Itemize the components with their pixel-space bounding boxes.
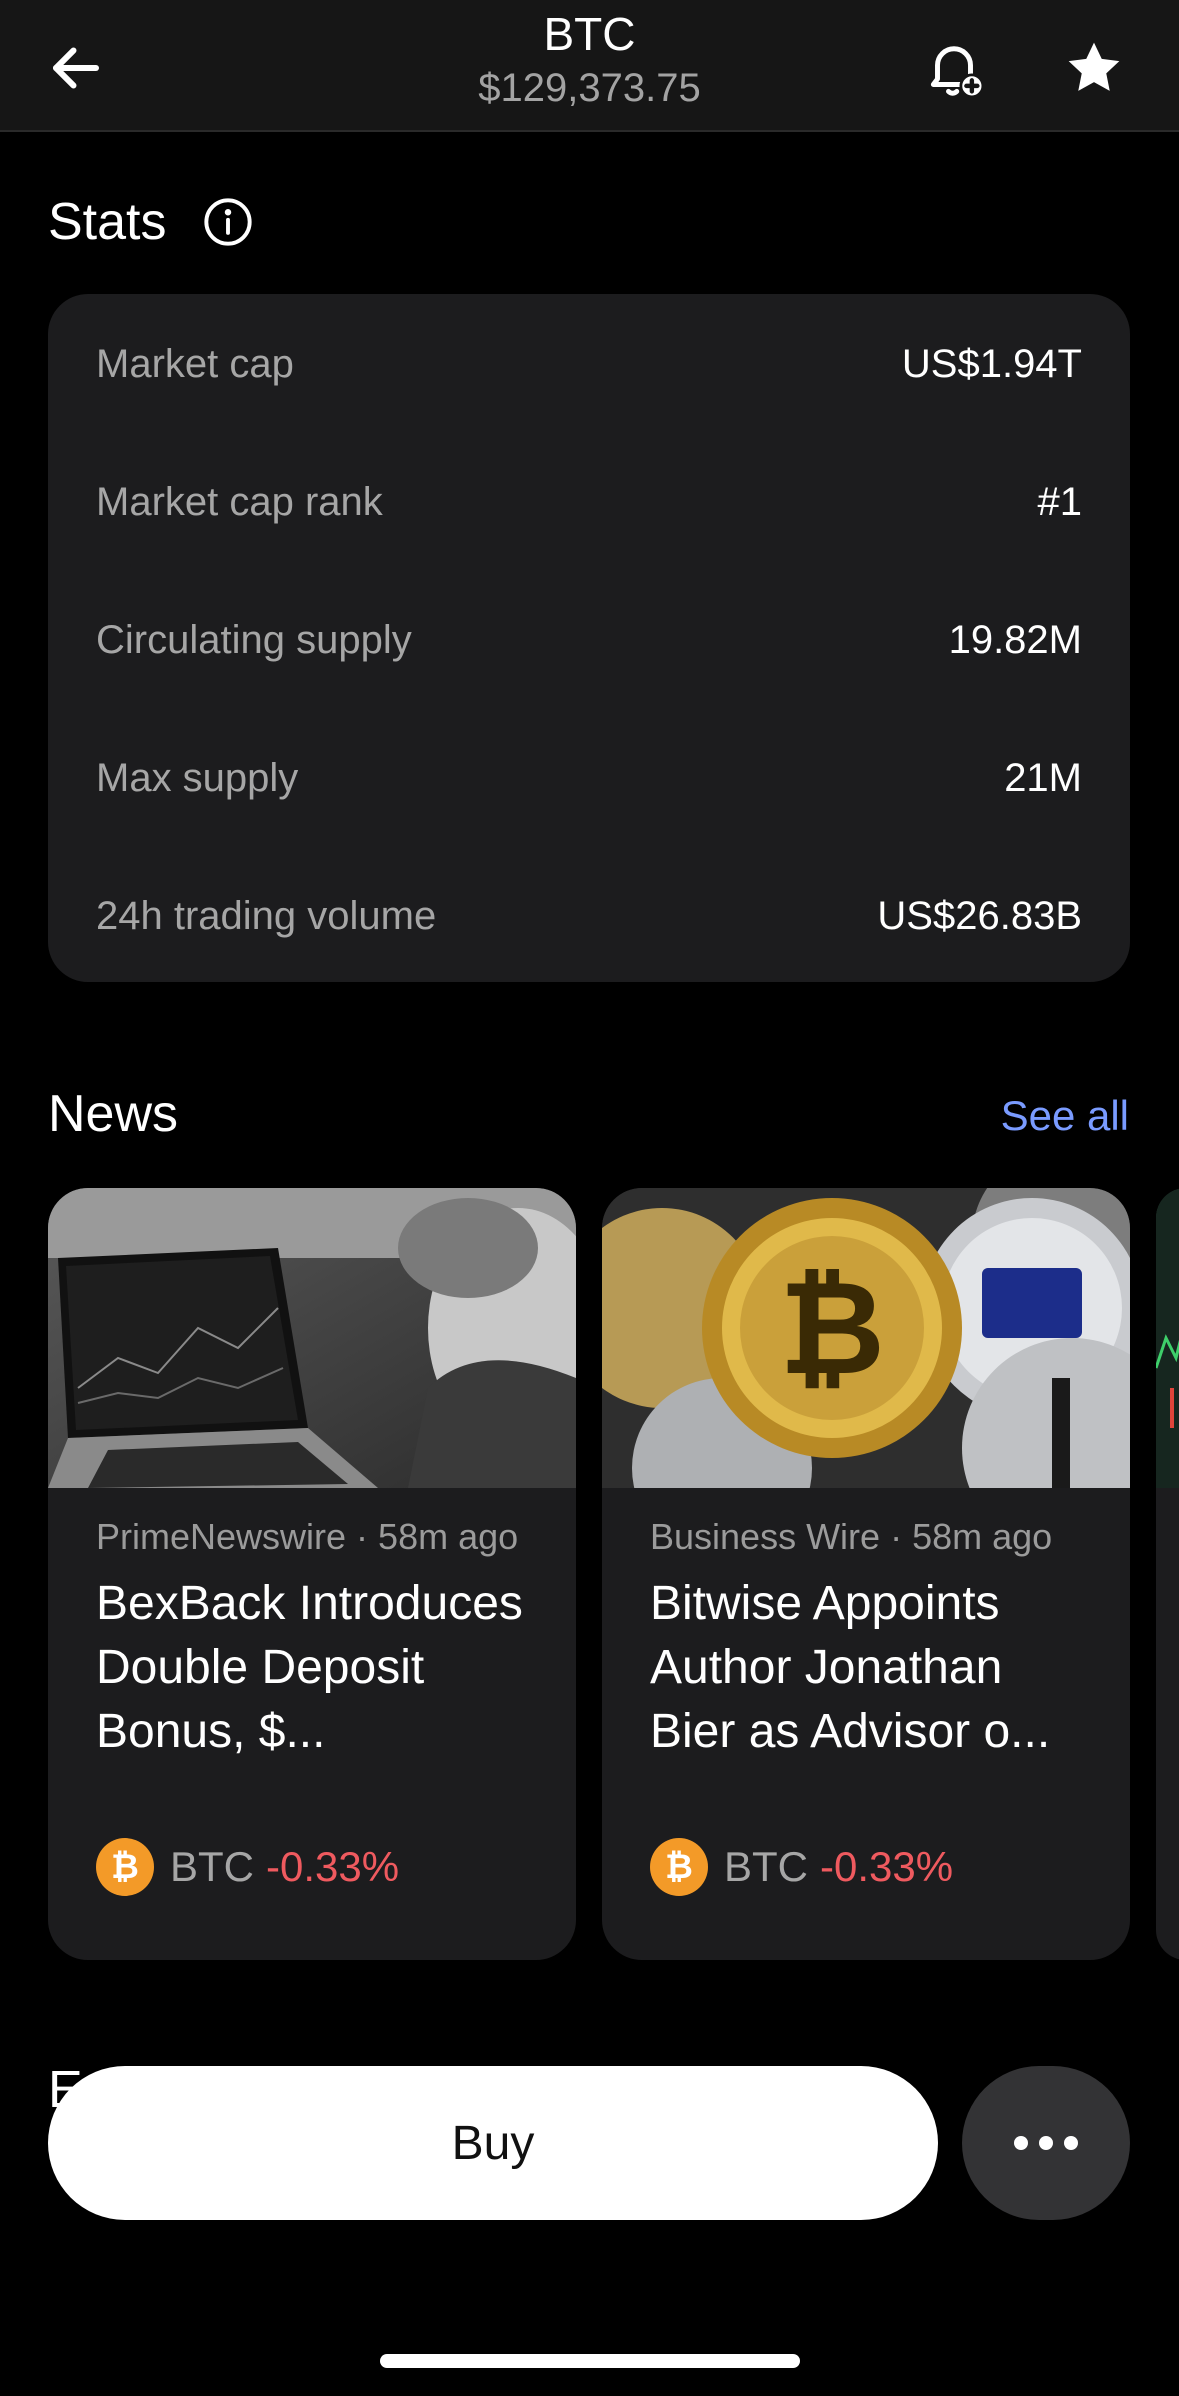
stat-value: US$26.83B xyxy=(877,893,1082,938)
bell-plus-icon xyxy=(930,46,985,99)
favorite-button[interactable] xyxy=(1056,30,1132,106)
stat-row-24h-volume: 24h trading volume US$26.83B xyxy=(96,886,1082,946)
news-time: 58m ago xyxy=(378,1516,519,1557)
bitcoin-icon: ₿ xyxy=(650,1838,708,1896)
add-price-alert-button[interactable] xyxy=(916,30,992,106)
news-coin-tag: ₿ BTC -0.33% xyxy=(650,1838,953,1896)
news-meta: Business Wire · 58m ago xyxy=(650,1516,1110,1558)
news-heading: News xyxy=(48,1085,179,1143)
news-coin-tag: ₿ BTC -0.33% xyxy=(96,1838,399,1896)
news-image-laptop xyxy=(48,1188,576,1488)
meta-separator: · xyxy=(356,1516,379,1557)
stat-row-max-supply: Max supply 21M xyxy=(96,748,1082,808)
stat-row-market-cap: Market cap US$1.94T xyxy=(96,334,1082,394)
more-options-button[interactable] xyxy=(962,2066,1130,2220)
news-card[interactable]: ₿ Business Wire · 58m ago Bitwise Appoin… xyxy=(602,1188,1130,1960)
coin-ticker: BTC xyxy=(724,1843,808,1890)
stats-info-button[interactable] xyxy=(202,196,254,248)
more-horizontal-icon xyxy=(1014,2136,1078,2150)
news-image-coins: ₿ xyxy=(602,1188,1130,1488)
news-source: Business Wire xyxy=(650,1516,881,1557)
stat-value: #1 xyxy=(1037,479,1083,524)
home-indicator[interactable] xyxy=(380,2354,800,2368)
coin-change: -0.33% xyxy=(820,1843,954,1890)
bitcoin-icon: ₿ xyxy=(96,1838,154,1896)
stat-label: Circulating supply xyxy=(96,617,412,662)
news-meta: PrimeNewswire · 58m ago xyxy=(96,1516,556,1558)
coin-change: -0.33% xyxy=(266,1843,400,1890)
meta-separator: · xyxy=(890,1516,913,1557)
asset-price: $129,373.75 xyxy=(478,66,701,110)
stat-label: 24h trading volume xyxy=(96,893,437,938)
stat-label: Market cap xyxy=(96,341,294,386)
star-icon xyxy=(1068,42,1120,91)
stats-heading: Stats xyxy=(48,193,167,251)
top-bar: BTC $129,373.75 xyxy=(0,0,1179,132)
info-icon xyxy=(204,198,252,246)
news-source: PrimeNewswire xyxy=(96,1516,347,1557)
stat-value: US$1.94T xyxy=(901,341,1082,386)
stat-row-circulating-supply: Circulating supply 19.82M xyxy=(96,610,1082,670)
stats-card: Market cap US$1.94T Market cap rank #1 C… xyxy=(48,294,1130,982)
news-headline: BexBack Introduces Double Deposit Bonus,… xyxy=(96,1577,523,1758)
coin-ticker: BTC xyxy=(170,1843,254,1890)
news-headline: Bitwise Appoints Author Jonathan Bier as… xyxy=(650,1577,1051,1758)
title-block: BTC $129,373.75 xyxy=(0,6,1179,114)
asset-title: BTC xyxy=(543,8,636,60)
news-image-chart xyxy=(1156,1188,1179,1488)
news-time: 58m ago xyxy=(912,1516,1053,1557)
stat-value: 19.82M xyxy=(948,617,1082,662)
news-card-partial[interactable] xyxy=(1156,1188,1179,1960)
buy-button[interactable]: Buy xyxy=(48,2066,938,2220)
news-card[interactable]: PrimeNewswire · 58m ago BexBack Introduc… xyxy=(48,1188,576,1960)
svg-text:₿: ₿ xyxy=(779,1252,885,1404)
stat-value: 21M xyxy=(1004,755,1082,800)
see-all-news-link[interactable]: See all xyxy=(1001,1090,1129,1142)
stat-label: Market cap rank xyxy=(96,479,383,524)
stat-label: Max supply xyxy=(96,755,299,800)
stat-row-market-cap-rank: Market cap rank #1 xyxy=(96,472,1082,532)
screen: BTC $129,373.75 Stats Market cap US$1.94… xyxy=(0,0,1179,2396)
